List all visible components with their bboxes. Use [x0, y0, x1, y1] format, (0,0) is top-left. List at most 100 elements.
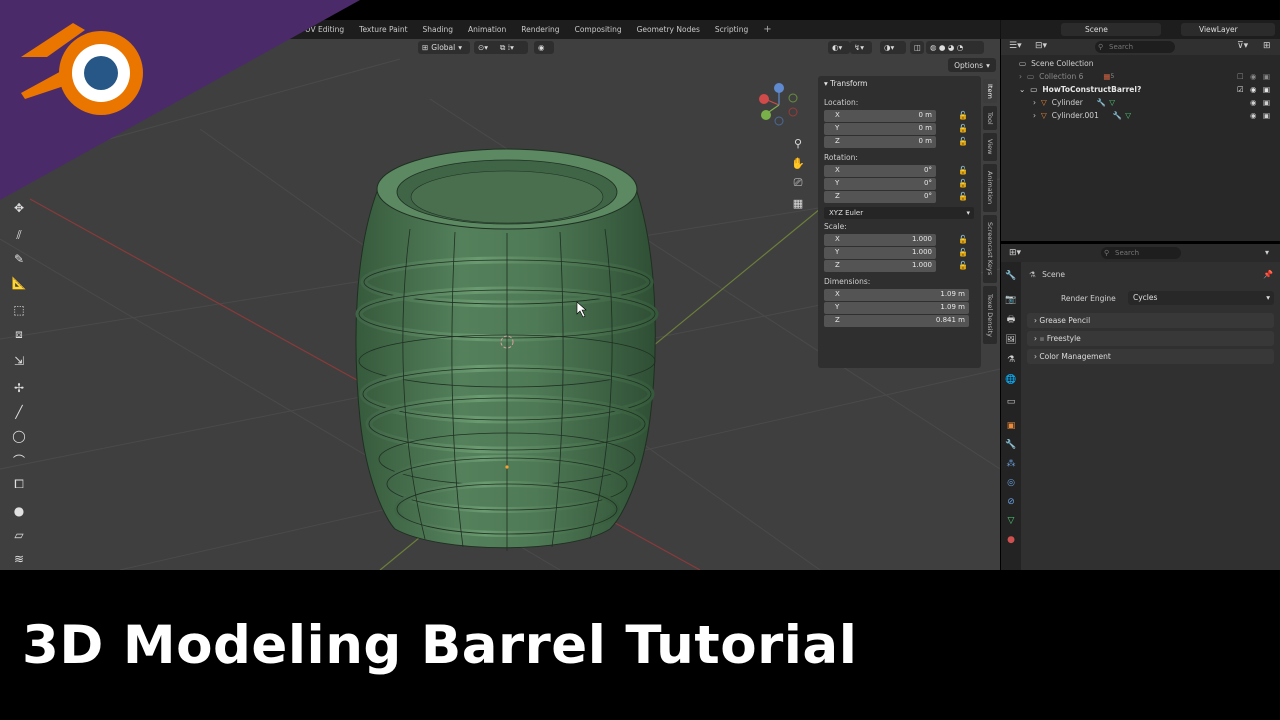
rotation-x-field[interactable]: X 0°	[824, 165, 936, 177]
location-y-field[interactable]: Y 0 m	[824, 123, 936, 135]
tab-scripting[interactable]: Scripting	[715, 25, 748, 34]
transform-panel-header[interactable]: ▾ Transform	[824, 79, 867, 88]
scene-tab-icon[interactable]: ⚗	[1005, 354, 1017, 366]
lock-icon[interactable]: 🔓	[958, 235, 968, 245]
camera-icon[interactable]: ▣	[1263, 72, 1270, 81]
constraints-tab-icon[interactable]: ⊘	[1005, 496, 1017, 508]
lock-icon[interactable]: 🔓	[958, 192, 968, 202]
shear-tool-icon[interactable]: ▱	[6, 524, 32, 546]
tab-texel-density[interactable]: Texel Density	[983, 286, 997, 344]
view-layer-selector[interactable]: ViewLayer	[1181, 23, 1275, 36]
grease-pencil-panel[interactable]: › Grease Pencil	[1027, 313, 1274, 328]
pan-hand-icon[interactable]: ✋	[789, 154, 807, 172]
tab-rendering[interactable]: Rendering	[521, 25, 559, 34]
transform-tool-icon[interactable]: ✥	[6, 197, 32, 219]
lock-icon[interactable]: 🔓	[958, 179, 968, 189]
lock-icon[interactable]: 🔓	[958, 166, 968, 176]
dimensions-z-field[interactable]: Z 0.841 m	[824, 315, 969, 327]
eye-icon[interactable]: ◉	[1250, 111, 1257, 120]
color-management-panel[interactable]: › Color Management	[1027, 349, 1274, 364]
tab-screencast-keys[interactable]: Screencast Keys	[983, 215, 997, 283]
measure-tool-icon[interactable]: 📐	[6, 272, 32, 294]
outliner-item-howtoconstructbarrel[interactable]: ⌄ ▭ HowToConstructBarrel? ☑ ◉ ▣	[1001, 83, 1280, 96]
rotation-y-field[interactable]: Y 0°	[824, 178, 936, 190]
dimensions-y-field[interactable]: Y 1.09 m	[824, 302, 969, 314]
lock-icon[interactable]: 🔓	[958, 111, 968, 121]
location-x-field[interactable]: X 0 m	[824, 110, 936, 122]
particles-tab-icon[interactable]: ⁂	[1005, 458, 1017, 470]
freestyle-panel[interactable]: › ▪ Freestyle	[1027, 331, 1274, 346]
tab-item[interactable]: Item	[983, 79, 997, 103]
tab-geometry-nodes[interactable]: Geometry Nodes	[637, 25, 700, 34]
smooth-tool-icon[interactable]: ⌒	[6, 449, 32, 471]
extrude-tool-icon[interactable]: ⧈	[6, 323, 32, 345]
options-dropdown[interactable]: Options ▾	[948, 58, 996, 72]
eye-icon[interactable]: ◉	[1250, 98, 1257, 107]
pin-icon[interactable]: 📌	[1263, 270, 1273, 279]
render-tab-icon[interactable]: 📷	[1005, 294, 1017, 306]
annotate-line-icon[interactable]: ✎	[6, 248, 32, 270]
tab-animation[interactable]: Animation	[468, 25, 506, 34]
lock-icon[interactable]: 🔓	[958, 248, 968, 258]
checkbox-checked-icon[interactable]: ☑	[1237, 85, 1244, 94]
dimensions-x-field[interactable]: X 1.09 m	[824, 289, 969, 301]
checkbox-icon[interactable]: ▪	[1039, 334, 1044, 343]
spin-tool-icon[interactable]: ◯	[6, 425, 32, 447]
zoom-icon[interactable]: ⚲	[789, 134, 807, 152]
output-tab-icon[interactable]: 🖶	[1005, 314, 1017, 326]
editor-type-icon[interactable]: ☰▾	[1009, 41, 1022, 51]
rip-tool-icon[interactable]: ≋	[6, 548, 32, 570]
scale-x-field[interactable]: X 1.000	[824, 234, 936, 246]
modifier-tab-icon[interactable]: 🔧	[1005, 439, 1017, 451]
rotation-z-field[interactable]: Z 0°	[824, 191, 936, 203]
tab-view[interactable]: View	[983, 133, 997, 161]
lock-icon[interactable]: 🔓	[958, 137, 968, 147]
lock-icon[interactable]: 🔓	[958, 124, 968, 134]
scene-selector[interactable]: Scene	[1061, 23, 1161, 36]
camera-view-icon[interactable]: ⎚	[789, 174, 807, 192]
collection-tab-icon[interactable]: ▭	[1005, 396, 1017, 408]
outliner-item-cylinder[interactable]: › ▽ Cylinder 🔧 ▽ ◉ ▣	[1001, 96, 1280, 109]
physics-tab-icon[interactable]: ◎	[1005, 477, 1017, 489]
move-tool-icon[interactable]: ⇲	[6, 350, 32, 372]
proportional-edit-toggle[interactable]: ◉	[534, 41, 554, 54]
shrink-tool-icon[interactable]: ⧠	[6, 473, 32, 495]
data-tab-icon[interactable]: ▽	[1005, 515, 1017, 527]
chevron-down-icon[interactable]: ▾	[1265, 248, 1269, 257]
visibility-dropdown[interactable]: ◐▾	[828, 41, 850, 54]
checkbox-icon[interactable]: ☐	[1237, 72, 1244, 81]
outliner-item-collection-6[interactable]: › ▭ Collection 6 ▦ 5 ☐ ◉ ▣	[1001, 70, 1280, 83]
render-engine-dropdown[interactable]: Cycles ▾	[1128, 291, 1274, 305]
bisect-tool-icon[interactable]: ╱	[6, 401, 32, 423]
overlays-toggle[interactable]: ◑▾	[880, 41, 906, 54]
gizmo-toggle[interactable]: ↯▾	[850, 41, 872, 54]
perspective-toggle-icon[interactable]: ▦	[789, 194, 807, 212]
add-workspace-button[interactable]: +	[763, 24, 771, 35]
tab-tool[interactable]: Tool	[983, 106, 997, 130]
material-tab-icon[interactable]: ●	[1005, 534, 1017, 546]
camera-icon[interactable]: ▣	[1263, 111, 1270, 120]
camera-icon[interactable]: ▣	[1263, 98, 1270, 107]
eye-icon[interactable]: ◉	[1250, 72, 1257, 81]
tab-compositing[interactable]: Compositing	[575, 25, 622, 34]
view-layer-tab-icon[interactable]: 🖼	[1005, 334, 1017, 346]
tab-texture-paint[interactable]: Texture Paint	[359, 25, 407, 34]
transform-orientation-dropdown[interactable]: ⊞ Global ▾	[418, 41, 470, 54]
outliner-item-scene-collection[interactable]: ▭ Scene Collection	[1001, 57, 1280, 70]
world-tab-icon[interactable]: 🌐	[1005, 374, 1017, 386]
annotate-tool-icon[interactable]: ⫽	[6, 224, 32, 246]
tab-shading[interactable]: Shading	[423, 25, 453, 34]
addon-tool-icon[interactable]: ●	[6, 500, 32, 522]
snap-toggle[interactable]: ⧉ ⁞▾	[496, 41, 528, 54]
properties-search-input[interactable]: ⚲ Search	[1101, 247, 1181, 259]
display-mode-icon[interactable]: ⊟▾	[1035, 41, 1047, 51]
location-z-field[interactable]: Z 0 m	[824, 136, 936, 148]
tab-animation[interactable]: Animation	[983, 164, 997, 212]
add-cube-tool-icon[interactable]: ⬚	[6, 299, 32, 321]
camera-icon[interactable]: ▣	[1263, 85, 1270, 94]
new-collection-icon[interactable]: ⊞	[1263, 41, 1271, 51]
scale-z-field[interactable]: Z 1.000	[824, 260, 936, 272]
rotation-mode-dropdown[interactable]: XYZ Euler ▾	[824, 207, 974, 219]
outliner-item-cylinder-001[interactable]: › ▽ Cylinder.001 🔧 ▽ ◉ ▣	[1001, 109, 1280, 122]
knife-tool-icon[interactable]: ✢	[6, 377, 32, 399]
